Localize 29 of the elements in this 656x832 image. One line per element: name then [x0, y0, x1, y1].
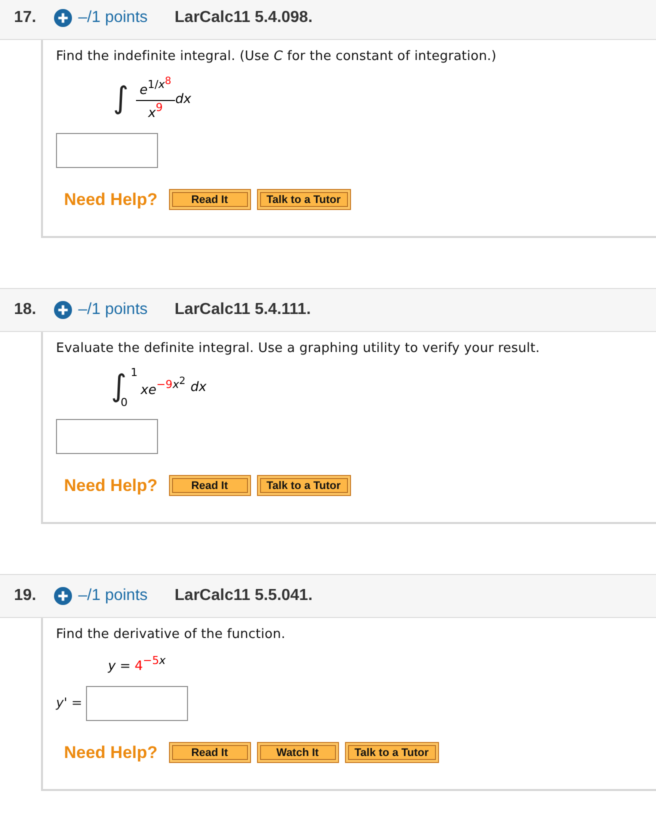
question-number: 17.	[14, 9, 36, 27]
answer-box[interactable]	[56, 133, 158, 168]
problem-reference: LarCalc11 5.4.098.	[174, 9, 313, 27]
need-help-label: Need Help?	[64, 476, 158, 496]
points-label: –/1 points	[78, 301, 148, 319]
points-label: –/1 points	[78, 9, 148, 27]
answer-box[interactable]	[56, 419, 158, 454]
plus-circle-icon[interactable]	[54, 301, 72, 319]
help-button[interactable]: Talk to a Tutor	[256, 189, 351, 210]
help-button[interactable]: Read It	[168, 475, 251, 496]
problem-reference: LarCalc11 5.4.111.	[174, 301, 311, 319]
question-text: Find the indefinite integral. (Use C for the constant of integration.)	[56, 49, 498, 65]
plus-circle-icon[interactable]	[54, 9, 72, 27]
question-text: Find the derivative of the function.	[56, 627, 286, 643]
problem-reference: LarCalc11 5.5.041.	[174, 587, 313, 605]
need-help-label: Need Help?	[64, 190, 158, 210]
need-help-label: Need Help?	[64, 742, 158, 762]
points-label: –/1 points	[78, 587, 148, 605]
answer-label: y' =	[56, 696, 82, 711]
help-button[interactable]: Read It	[168, 189, 251, 210]
plus-circle-icon[interactable]	[54, 587, 72, 605]
question-number: 19.	[14, 587, 36, 605]
question-number: 18.	[14, 301, 36, 319]
help-button[interactable]: Talk to a Tutor	[256, 475, 351, 496]
help-button[interactable]: Read It	[168, 742, 251, 763]
help-button[interactable]: Talk to a Tutor	[344, 742, 439, 763]
answer-box[interactable]	[86, 686, 188, 721]
help-button[interactable]: Watch It	[256, 742, 339, 763]
question-text: Evaluate the definite integral. Use a graphing utility to verify your result.	[56, 341, 541, 357]
